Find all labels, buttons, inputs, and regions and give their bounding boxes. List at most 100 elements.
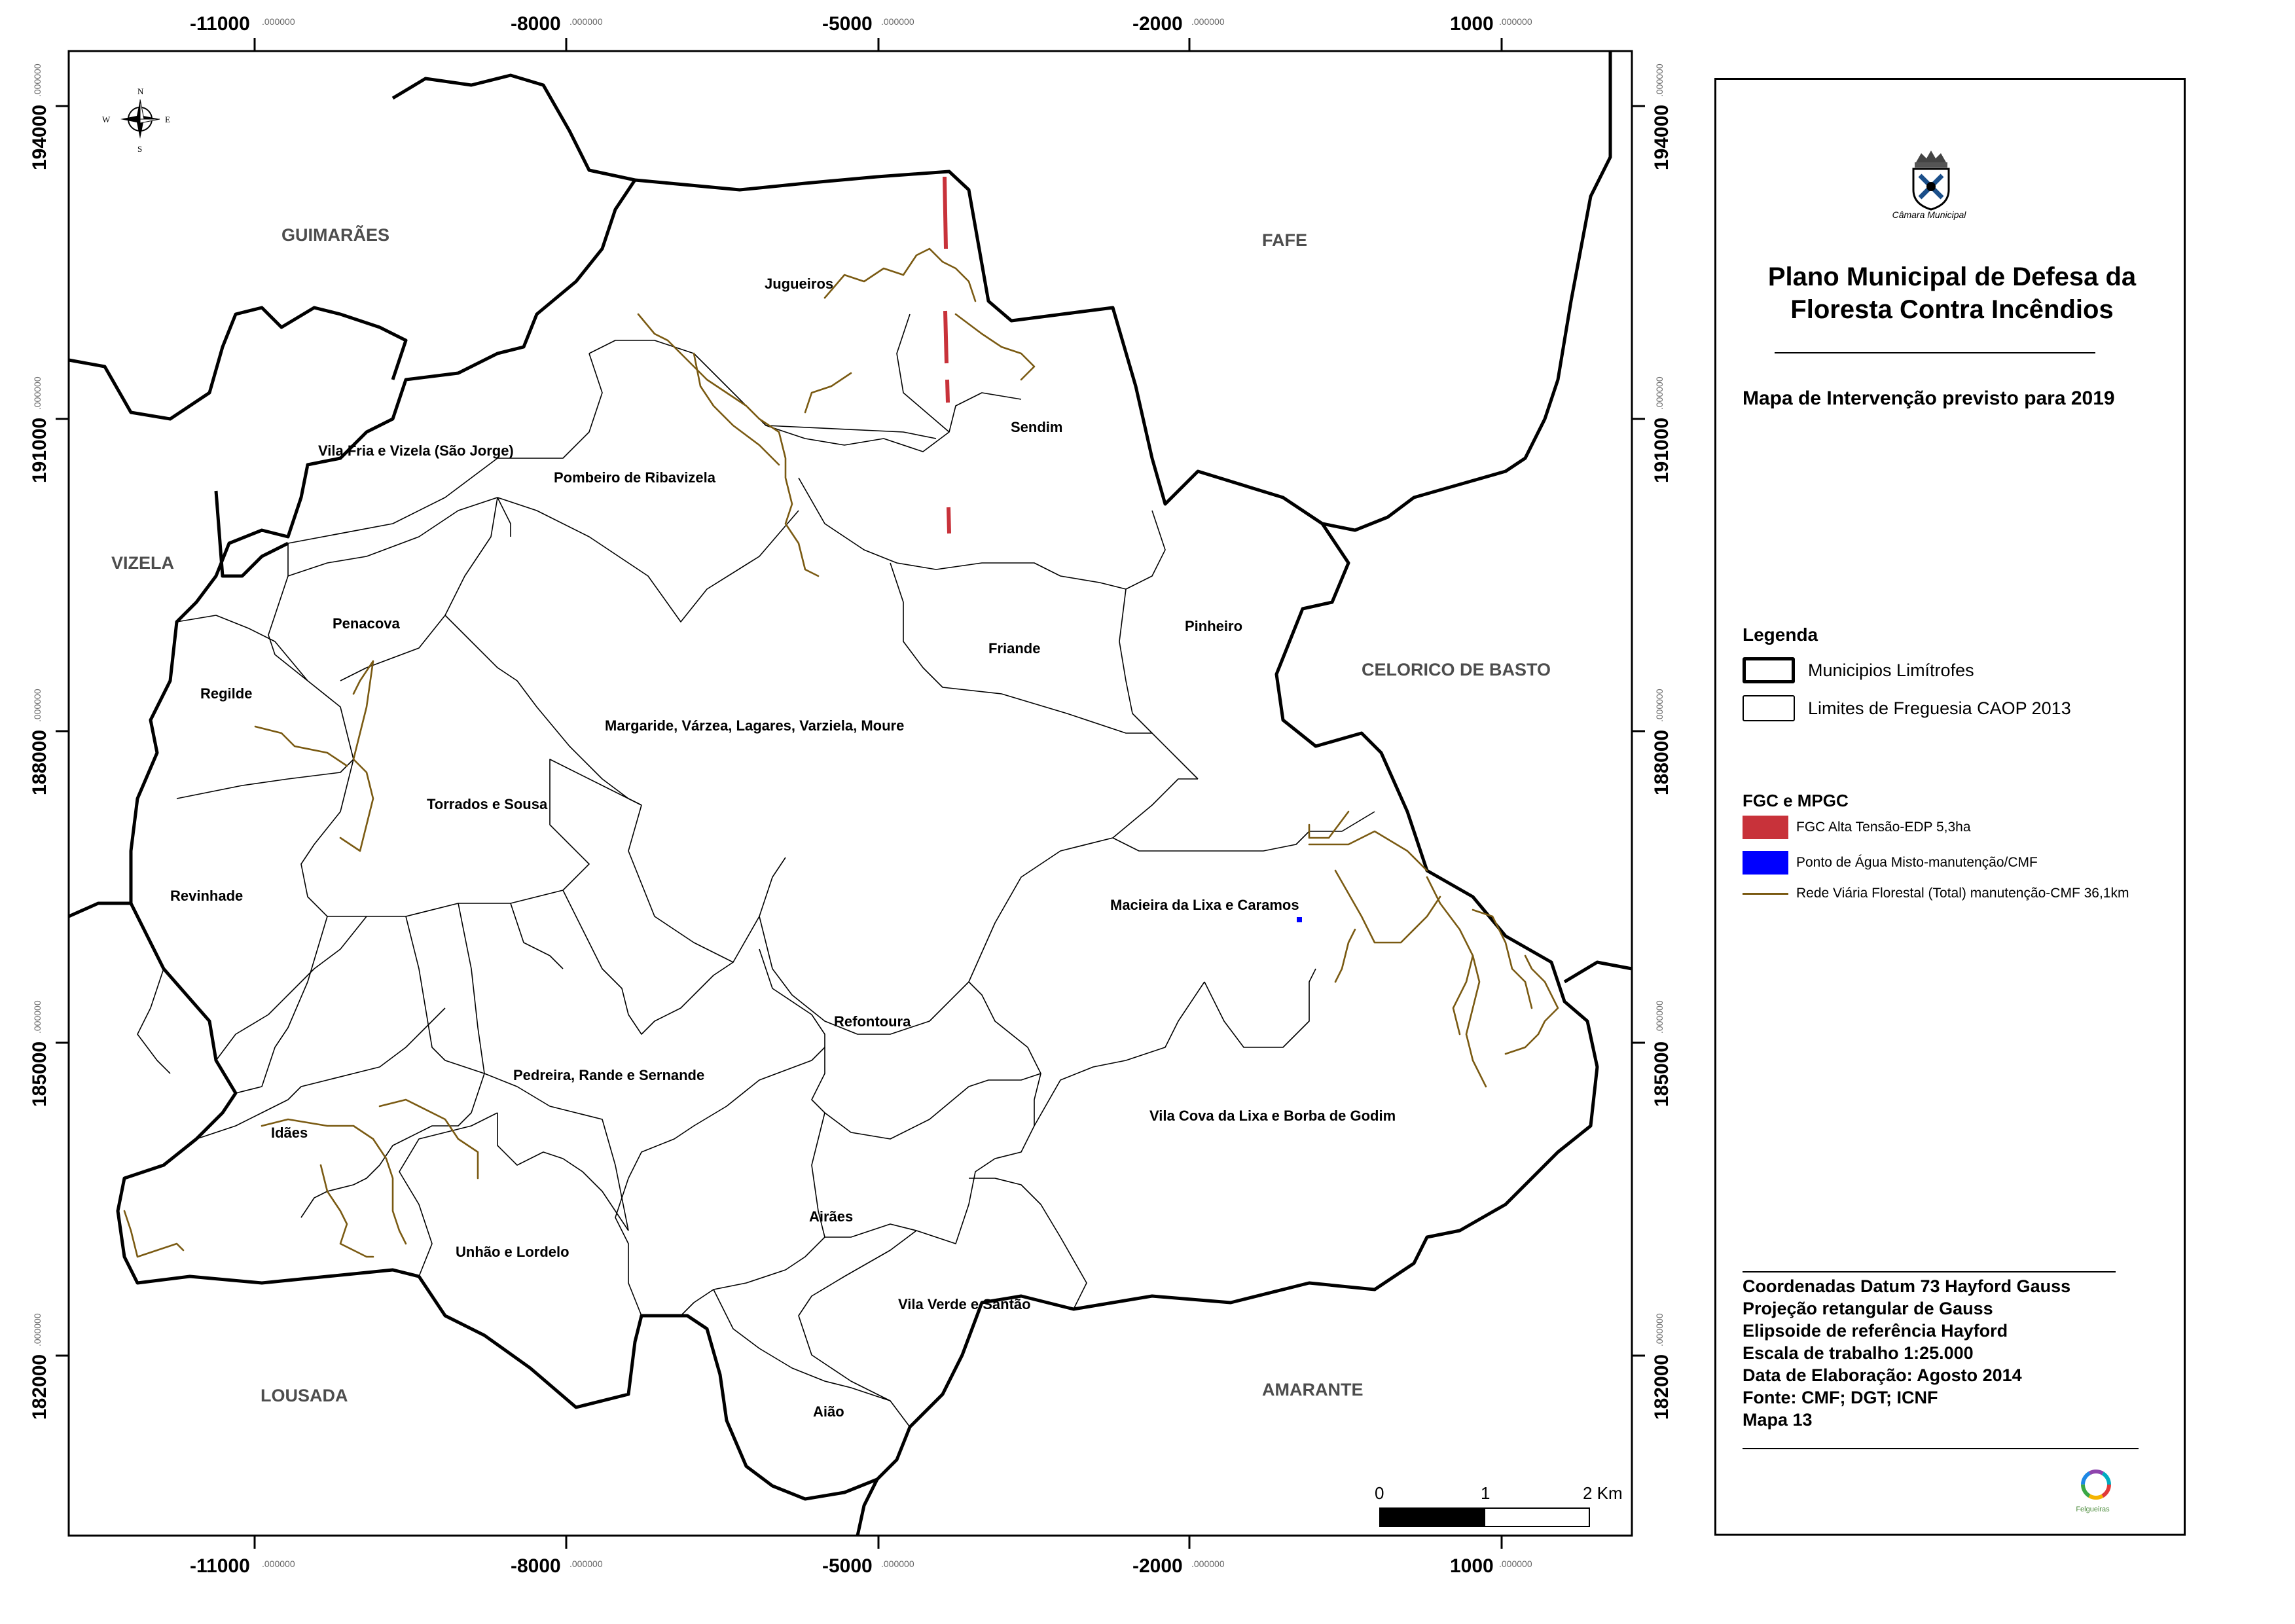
meta-scale: Escala de trabalho 1:25.000 <box>1743 1343 1974 1363</box>
label-margaride: Margaride, Várzea, Lagares, Varziela, Mo… <box>605 717 904 734</box>
tick-y-right-3: 188000 <box>1651 730 1672 795</box>
label-macieira: Macieira da Lixa e Caramos <box>1110 897 1299 913</box>
tick-y-left-5: 182000 <box>29 1354 50 1420</box>
compass-w: W <box>102 115 111 124</box>
tick-y-left-1-dec: .000000 <box>32 63 43 97</box>
map-metadata: Coordenadas Datum 73 Hayford Gauss Proje… <box>1743 1275 2070 1431</box>
water-point-marker <box>1297 917 1302 922</box>
meta-map-number: Mapa 13 <box>1743 1410 1813 1430</box>
map-subtitle: Mapa de Intervenção previsto para 2019 <box>1743 388 2115 409</box>
legend-item-parishes: Limites de Freguesia CAOP 2013 <box>1743 695 2071 721</box>
fgc-item-edp: FGC Alta Tensão-EDP 5,3ha <box>1743 816 1971 839</box>
tick-y-left-4-dec: .000000 <box>32 1000 43 1034</box>
label-fafe: FAFE <box>1262 230 1307 250</box>
top-graticule-labels: -11000 .000000 -8000 .000000 -5000 .0000… <box>190 13 1532 35</box>
label-pinheiro: Pinheiro <box>1185 618 1242 634</box>
tick-y-left-3-dec: .000000 <box>32 689 43 722</box>
label-vila-fria: Vila Fria e Vizela (São Jorge) <box>318 442 514 459</box>
compass-s: S <box>137 144 142 154</box>
tick-y-right-4-dec: .000000 <box>1654 1000 1665 1034</box>
tick-x-top-1: -11000 <box>190 13 250 35</box>
tick-x-bot-5-dec: .000000 <box>1499 1559 1532 1569</box>
tick-x-bot-1-dec: .000000 <box>262 1559 295 1569</box>
label-vizela: VIZELA <box>111 553 174 573</box>
logo-label: Felgueiras <box>2076 1506 2110 1513</box>
legend-label-municipalities: Municipios Limítrofes <box>1808 660 1974 680</box>
crest-label: Câmara Municipal <box>1892 209 1966 220</box>
map-border <box>67 50 1633 1537</box>
label-jugueiros: Jugueiros <box>765 276 833 292</box>
legend-item-municipalities: Municipios Limítrofes <box>1743 657 1974 683</box>
tick-y-right-3-dec: .000000 <box>1654 689 1665 722</box>
tick-y-left-1: 194000 <box>29 105 50 170</box>
bottom-graticule-labels: -11000 .000000 -8000 .000000 -5000 .0000… <box>190 1555 1532 1577</box>
scale-label-1: 1 <box>1481 1483 1490 1503</box>
fgc-title: FGC e MPGC <box>1743 791 1849 810</box>
tick-x-top-3: -5000 <box>822 13 873 35</box>
tick-x-bot-4-dec: .000000 <box>1191 1559 1225 1569</box>
fgc-item-roads: Rede Viária Florestal (Total) manutenção… <box>1743 886 2129 901</box>
tick-x-top-2-dec: .000000 <box>569 16 603 27</box>
label-vila-verde: Vila Verde e Santão <box>898 1296 1031 1312</box>
municipal-crest-icon <box>1912 151 1950 211</box>
fgc-label-edp: FGC Alta Tensão-EDP 5,3ha <box>1796 820 1971 835</box>
fgc-swatch-edp <box>1743 816 1788 839</box>
fgc-swatch-roads <box>1743 892 1788 895</box>
tick-x-top-5: 1000 <box>1450 13 1494 35</box>
fgc-label-roads: Rede Viária Florestal (Total) manutenção… <box>1796 886 2129 901</box>
legend-swatch-parishes <box>1743 695 1795 721</box>
tick-y-left-5-dec: .000000 <box>32 1313 43 1346</box>
right-graticule-labels: 194000 .000000 191000 .000000 188000 .00… <box>1651 63 1672 1420</box>
label-regilde: Regilde <box>200 685 252 702</box>
tick-y-right-5: 182000 <box>1651 1354 1672 1420</box>
meta-rule-top <box>1743 1271 2116 1272</box>
scale-label-0: 0 <box>1375 1483 1384 1503</box>
tick-y-left-4: 185000 <box>29 1041 50 1107</box>
tick-y-right-1: 194000 <box>1651 105 1672 170</box>
tick-x-bot-4: -2000 <box>1132 1555 1183 1577</box>
meta-rule-bottom <box>1743 1448 2139 1449</box>
label-refontoura: Refontoura <box>834 1013 911 1030</box>
label-revinhade: Revinhade <box>170 888 243 904</box>
label-amarante: AMARANTE <box>1262 1380 1364 1399</box>
tick-x-bot-2-dec: .000000 <box>569 1559 603 1569</box>
fgc-item-water: Ponto de Água Misto-manutenção/CMF <box>1743 851 2038 875</box>
legend-label-parishes: Limites de Freguesia CAOP 2013 <box>1808 698 2071 718</box>
label-celorico: CELORICO DE BASTO <box>1362 660 1551 679</box>
tick-x-top-4: -2000 <box>1132 13 1183 35</box>
label-unhao: Unhão e Lordelo <box>456 1244 569 1260</box>
label-penacova: Penacova <box>333 615 400 632</box>
tick-x-top-1-dec: .000000 <box>262 16 295 27</box>
scale-label-2: 2 Km <box>1583 1483 1623 1503</box>
label-pedreira: Pedreira, Rande e Sernande <box>513 1067 704 1083</box>
meta-source: Fonte: CMF; DGT; ICNF <box>1743 1388 1938 1407</box>
label-sendim: Sendim <box>1011 419 1062 435</box>
tick-x-bot-3: -5000 <box>822 1555 873 1577</box>
tick-x-top-4-dec: .000000 <box>1191 16 1225 27</box>
label-aiao: Aião <box>813 1403 844 1420</box>
meta-datum: Coordenadas Datum 73 Hayford Gauss <box>1743 1276 2071 1296</box>
label-lousada: LOUSADA <box>261 1386 348 1405</box>
fgc-swatch-water <box>1743 851 1788 875</box>
tick-y-right-4: 185000 <box>1651 1041 1672 1107</box>
meta-projection: Projeção retangular de Gauss <box>1743 1299 1993 1318</box>
tick-y-left-3: 188000 <box>29 730 50 795</box>
tick-y-left-2-dec: .000000 <box>32 376 43 410</box>
label-pombeiro: Pombeiro de Ribavizela <box>554 469 716 486</box>
label-torrados: Torrados e Sousa <box>427 796 548 812</box>
tick-x-bot-5: 1000 <box>1450 1555 1494 1577</box>
tick-x-top-2: -8000 <box>511 13 561 35</box>
label-airaes: Airães <box>809 1208 853 1225</box>
left-graticule-labels: 194000 .000000 191000 .000000 188000 .00… <box>29 63 50 1420</box>
compass-n: N <box>137 86 144 96</box>
tick-x-bot-3-dec: .000000 <box>881 1559 914 1569</box>
label-guimaraes: GUIMARÃES <box>281 225 389 245</box>
felgueiras-logo-icon <box>2081 1470 2111 1500</box>
label-idaes: Idães <box>271 1125 308 1141</box>
fgc-label-water: Ponto de Água Misto-manutenção/CMF <box>1796 855 2038 870</box>
tick-x-bot-2: -8000 <box>511 1555 561 1577</box>
label-friande: Friande <box>988 640 1040 657</box>
meta-ellipsoid: Elipsoide de referência Hayford <box>1743 1321 2008 1341</box>
label-vila-cova: Vila Cova da Lixa e Borba de Godim <box>1149 1108 1396 1124</box>
map-title: Plano Municipal de Defesa da Floresta Co… <box>1767 262 2137 324</box>
